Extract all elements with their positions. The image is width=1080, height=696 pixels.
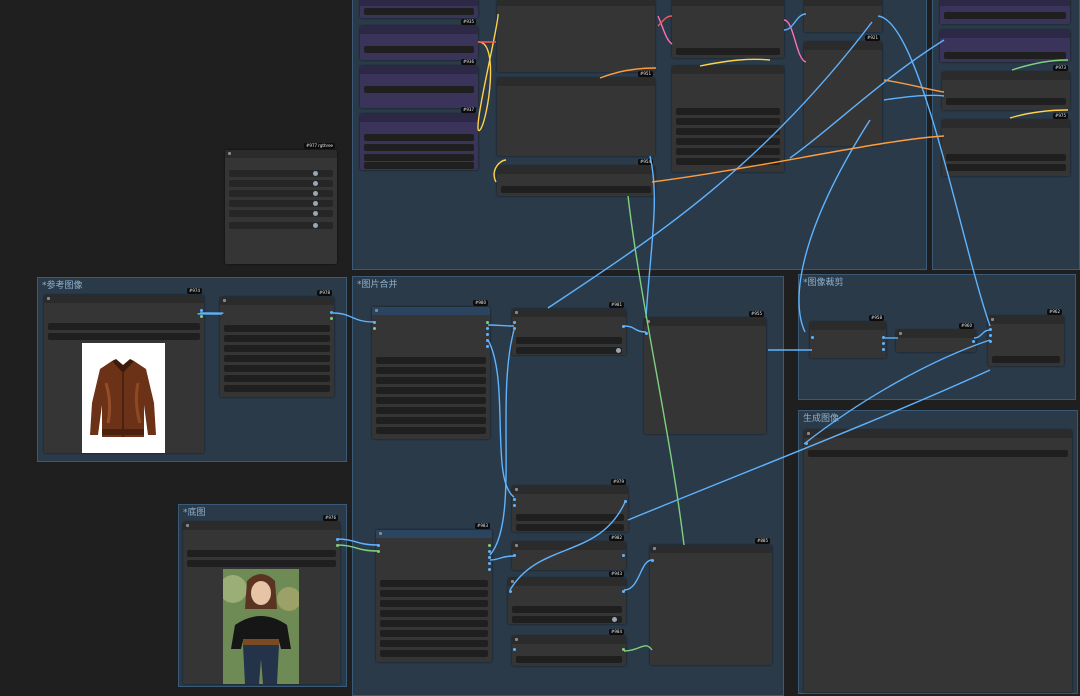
node-crop-b[interactable]: #960 — [896, 323, 976, 352]
node-purple-4[interactable]: #937 — [360, 107, 478, 170]
node-id: #943 — [609, 571, 624, 577]
node-merge-mid-4[interactable]: #943 — [508, 571, 626, 624]
node-id: #958 — [869, 315, 884, 321]
node-purple-r2[interactable] — [940, 30, 1070, 62]
node-id: #962 — [1047, 309, 1062, 315]
node-id: #978 — [317, 290, 332, 296]
node-rgthree[interactable]: #977 rgthree — [225, 143, 337, 264]
node-purple-r1[interactable]: #927 — [940, 0, 1070, 24]
node-id: #921 — [865, 35, 880, 41]
node-id: #975 — [1053, 113, 1068, 119]
node-crop-c[interactable]: #962 — [988, 309, 1064, 366]
node-id: #979 — [611, 479, 626, 485]
node-purple-1[interactable]: #931 — [360, 0, 478, 18]
node-id: #980 — [473, 300, 488, 306]
node-id: #982 — [609, 535, 624, 541]
node-id: #974 — [187, 288, 202, 294]
base-image-thumbnail — [223, 569, 299, 684]
jacket-image — [90, 359, 156, 437]
node-merge-mid-2[interactable]: #979 — [512, 479, 628, 532]
node-merge-mid-top[interactable]: #981 — [512, 302, 626, 355]
node-crop-a[interactable]: #958 — [810, 315, 886, 358]
node-load-base-image[interactable]: #976 — [183, 515, 340, 684]
node-image-resize[interactable]: #978 — [220, 290, 334, 397]
group-title: *图片合并 — [357, 280, 398, 290]
node-purple-3[interactable]: #936 — [360, 59, 478, 108]
node-merge-left-bottom[interactable]: #983 — [376, 523, 492, 662]
node-id: #984 — [609, 629, 624, 635]
node-graph-canvas[interactable]: #931 #935 #936 #937 #951 #954 #938 #921 — [0, 0, 1080, 696]
node-id: #885 — [755, 538, 770, 544]
node-save-image[interactable] — [804, 430, 1072, 692]
node-preview-merge-2[interactable]: #885 — [650, 538, 772, 665]
node-top-f[interactable] — [804, 0, 882, 32]
node-id: #960 — [959, 323, 974, 329]
node-id: #936 — [461, 59, 476, 65]
node-id: #977 rgthree — [304, 143, 335, 149]
node-id: #983 — [475, 523, 490, 529]
node-top-a[interactable] — [497, 0, 655, 72]
group-title: 生成图像 — [803, 414, 840, 424]
node-right-b[interactable]: #975 — [942, 113, 1070, 176]
woman-image — [223, 569, 299, 684]
node-id: #937 — [461, 107, 476, 113]
node-top-g[interactable]: #921 — [804, 35, 882, 146]
node-top-b[interactable]: #951 — [497, 71, 655, 156]
node-top-c[interactable]: #954 — [497, 159, 655, 196]
node-id: #981 — [609, 302, 624, 308]
node-merge-mid-5[interactable]: #984 — [512, 629, 626, 666]
node-merge-left-top[interactable]: #980 — [372, 300, 490, 439]
node-top-d[interactable]: #938 — [672, 0, 784, 58]
node-load-reference-image[interactable]: #974 — [44, 288, 204, 453]
node-id: #935 — [461, 19, 476, 25]
node-id: #973 — [1053, 65, 1068, 71]
group-title: *参考图像 — [42, 281, 83, 291]
node-id: #951 — [638, 71, 653, 77]
node-merge-mid-3[interactable]: #982 — [512, 535, 626, 570]
node-purple-2[interactable]: #935 — [360, 19, 478, 60]
node-id: #955 — [749, 311, 764, 317]
group-title: *图像裁剪 — [803, 278, 844, 288]
node-top-e[interactable] — [672, 66, 784, 172]
node-preview-merge[interactable]: #955 — [644, 311, 766, 434]
node-right-a[interactable]: #973 — [942, 65, 1070, 110]
node-id: #976 — [323, 515, 338, 521]
group-title: *底图 — [183, 508, 206, 518]
node-id: #954 — [638, 159, 653, 165]
reference-image-thumbnail — [82, 343, 165, 453]
